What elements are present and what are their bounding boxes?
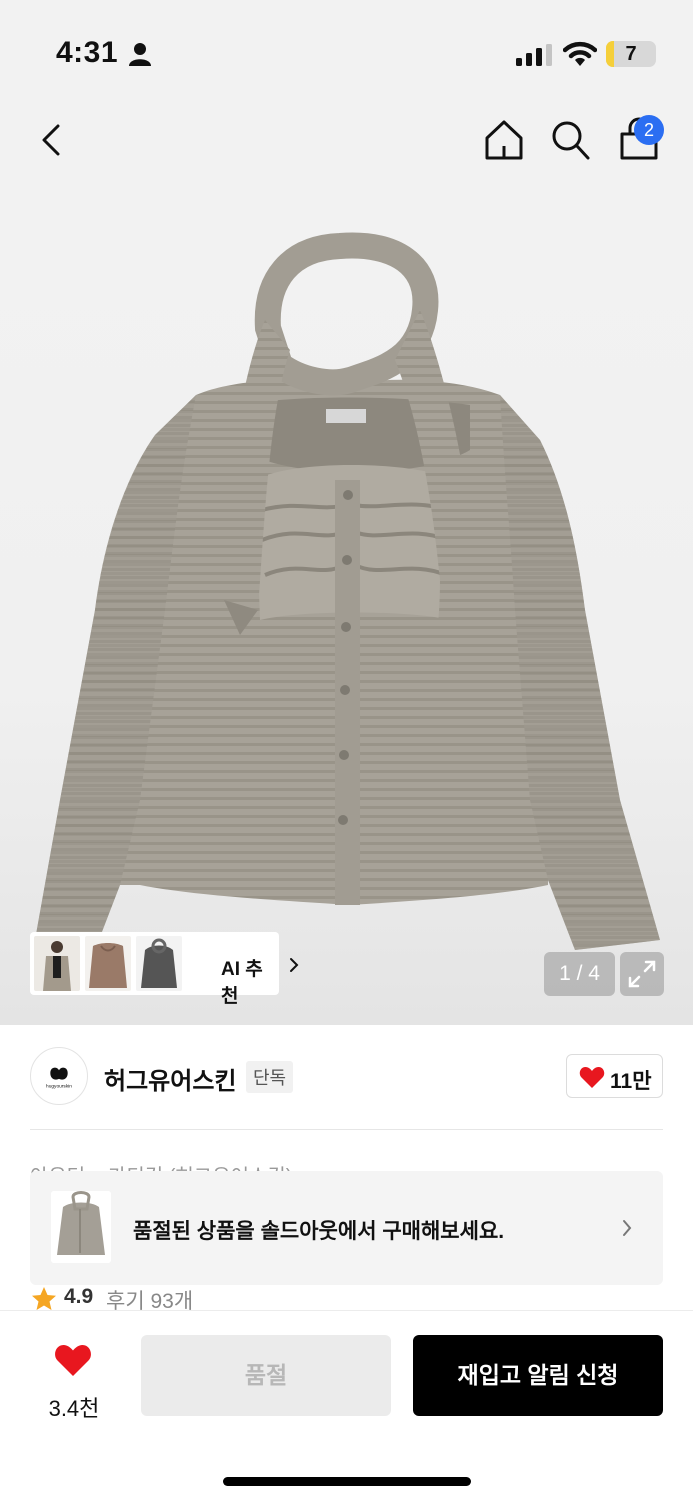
brand-name[interactable]: 허그유어스킨 [104, 1061, 236, 1096]
status-bar: 4:31 7 [0, 0, 693, 100]
search-icon[interactable] [549, 118, 591, 162]
battery-level: 7 [625, 43, 637, 65]
ai-thumb-model [34, 936, 80, 991]
ai-recommendation-label: AI 추천 [221, 959, 263, 1007]
brand-logo-text: hugyourskin [46, 1084, 72, 1090]
back-arrow-icon[interactable] [36, 120, 70, 160]
soldout-notice: 품절된 상품을 솔드아웃에서 구매해보세요. [133, 1220, 505, 1243]
soldout-product-thumbnail [51, 1191, 111, 1263]
ai-recommendation-button[interactable]: AI 추천 [30, 932, 299, 1007]
person-icon [129, 43, 151, 66]
product-image-gallery[interactable] [0, 180, 693, 1025]
ai-thumb-grey-cardigan [136, 936, 182, 991]
brand-like-button[interactable]: 11만 [566, 1054, 663, 1098]
chevron-right-icon [623, 1220, 632, 1236]
brand-like-count: 11만 [610, 1070, 652, 1093]
brand-logo-mark: hugyourskin [46, 1067, 72, 1090]
heart-icon [55, 1345, 91, 1376]
wishlist-count: 3.4천 [48, 1396, 100, 1421]
top-navigation [0, 100, 693, 180]
wifi-icon [563, 41, 597, 66]
product-cardigan-image [35, 232, 660, 950]
cellular-signal-icon [516, 44, 552, 66]
cart-count-badge: 2 [634, 115, 664, 145]
brand-logo[interactable]: hugyourskin [30, 1047, 88, 1105]
wishlist-button[interactable]: 3.4천 [30, 1335, 118, 1421]
home-indicator [223, 1477, 471, 1486]
status-time: 4:31 [56, 36, 119, 69]
rating-value: 4.9 [64, 1285, 94, 1308]
heart-icon [579, 1067, 605, 1088]
divider [30, 1129, 663, 1130]
image-counter: 1 / 4 [544, 952, 615, 996]
home-icon[interactable] [483, 118, 525, 162]
soldout-resale-banner[interactable]: 품절된 상품을 솔드아웃에서 구매해보세요. [30, 1171, 663, 1285]
chevron-right-icon [290, 958, 299, 972]
restock-alert-button[interactable]: 재입고 알림 신청 [413, 1335, 663, 1416]
brand-row: hugyourskin 허그유어스킨 단독 11만 [0, 1025, 693, 1130]
exclusive-badge: 단독 [246, 1061, 294, 1093]
bottom-action-bar: 3.4천 품절 재입고 알림 신청 [0, 1310, 693, 1500]
battery-indicator: 7 [606, 41, 656, 67]
ai-thumb-brown-top [85, 936, 131, 991]
star-icon [32, 1287, 56, 1310]
fullscreen-button[interactable] [620, 952, 664, 996]
soldout-button: 품절 [141, 1335, 391, 1416]
expand-icon [628, 960, 656, 988]
